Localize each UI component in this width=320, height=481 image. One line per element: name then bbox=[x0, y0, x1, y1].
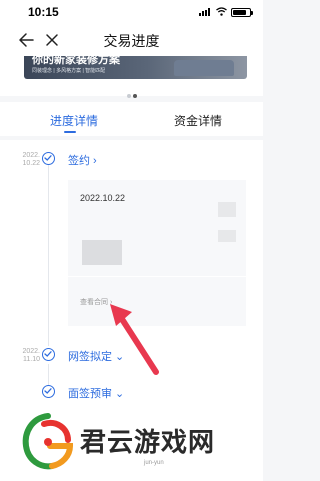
step-sign-contract[interactable]: 签约 › bbox=[68, 152, 97, 168]
banner-headline: 你的新家装修方案 bbox=[32, 56, 120, 66]
battery-icon bbox=[231, 8, 253, 17]
status-time: 10:15 bbox=[28, 5, 59, 19]
status-bar: 10:15 bbox=[0, 0, 263, 24]
nav-bar: 交易进度 bbox=[0, 24, 263, 56]
signal-icon bbox=[199, 8, 213, 16]
sofa-image bbox=[174, 60, 234, 76]
watermark: 君云游戏网 jun-yun bbox=[18, 410, 258, 476]
tab-active-indicator bbox=[64, 131, 76, 133]
blurred-text bbox=[218, 230, 236, 242]
banner-section: 你的新家装修方案 同装理念 | 多风格方案 | 智能匹配 bbox=[0, 56, 263, 98]
carousel-dots bbox=[127, 85, 139, 103]
wifi-icon bbox=[216, 7, 227, 16]
step-interview-review[interactable]: 面签预审 ⌄ bbox=[68, 385, 124, 401]
timeline-date: 2022. 10.22 bbox=[22, 152, 40, 167]
check-circle-icon bbox=[42, 152, 55, 165]
blurred-text bbox=[218, 202, 236, 217]
promo-banner[interactable]: 你的新家装修方案 同装理念 | 多风格方案 | 智能匹配 bbox=[24, 56, 247, 79]
watermark-subtext: jun-yun bbox=[144, 460, 164, 466]
tab-bar: 进度详情 资金详情 bbox=[0, 102, 263, 136]
banner-subline: 同装理念 | 多风格方案 | 智能匹配 bbox=[32, 68, 106, 74]
watermark-text: 君云游戏网 bbox=[80, 428, 216, 458]
carousel-dot-active bbox=[133, 94, 137, 98]
timeline-line bbox=[48, 364, 49, 386]
red-arrow-annotation bbox=[110, 304, 159, 375]
tab-progress-details[interactable]: 进度详情 bbox=[50, 112, 98, 129]
contract-date: 2022.10.22 bbox=[80, 193, 126, 203]
watermark-logo-icon bbox=[22, 413, 74, 470]
timeline-date: 2022. 11.10 bbox=[22, 348, 40, 363]
check-circle-icon bbox=[42, 385, 55, 398]
timeline-line bbox=[48, 162, 49, 346]
blurred-text bbox=[82, 240, 122, 265]
tab-fund-details[interactable]: 资金详情 bbox=[174, 112, 222, 129]
card-divider bbox=[68, 276, 246, 277]
page-title: 交易进度 bbox=[103, 33, 160, 49]
check-circle-icon bbox=[42, 348, 55, 361]
carousel-dot bbox=[127, 94, 131, 98]
